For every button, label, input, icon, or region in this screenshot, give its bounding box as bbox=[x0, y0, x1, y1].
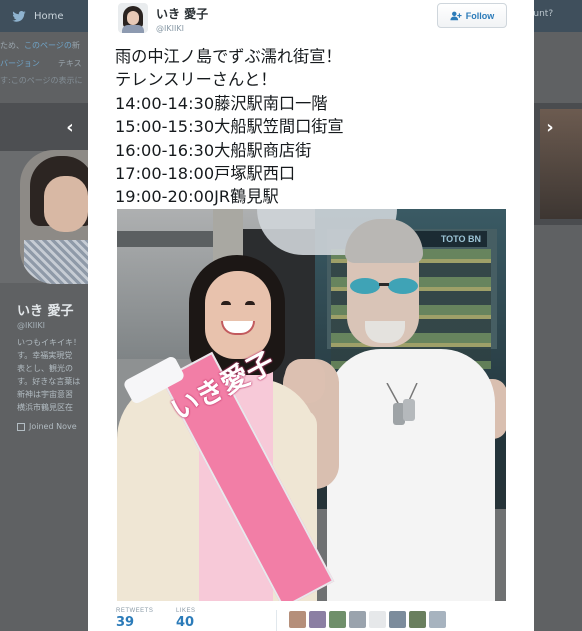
twitter-bird-icon bbox=[12, 10, 26, 22]
profile-bio: いつもイキイキ！ す。幸福実現党 表とし、観光の す。好きな言葉は 新神は宇宙意… bbox=[17, 338, 81, 412]
likes-label: LIKES bbox=[176, 608, 196, 614]
avatar[interactable] bbox=[118, 3, 148, 33]
chevron-right-icon[interactable]: › bbox=[537, 112, 563, 142]
background-profile-avatar[interactable] bbox=[20, 150, 88, 284]
author-handle[interactable]: @IKIIKI bbox=[156, 24, 208, 33]
liker-avatar[interactable] bbox=[409, 611, 426, 628]
profile-name[interactable]: いき 愛子 bbox=[17, 300, 89, 319]
liker-avatar[interactable] bbox=[309, 611, 326, 628]
calendar-icon bbox=[17, 422, 25, 431]
background-profile: いき 愛子 @IKIIKI いつもイキイキ！ す。幸福実現党 表とし、観光の す… bbox=[17, 300, 89, 431]
tweet-line: 17:00-18:00戸塚駅西口 bbox=[115, 164, 296, 184]
liker-avatar[interactable] bbox=[429, 611, 446, 628]
author-display-name[interactable]: いき 愛子 bbox=[156, 5, 208, 22]
follow-label: Follow bbox=[465, 10, 495, 21]
retweets-label: RETWEETS bbox=[116, 608, 154, 614]
liker-avatar[interactable] bbox=[349, 611, 366, 628]
follow-person-icon bbox=[450, 11, 462, 20]
tweet-line: 15:00-15:30大船駅笠間口街宣 bbox=[115, 117, 344, 137]
retweet-stat[interactable]: RETWEETS 39 bbox=[116, 608, 176, 630]
liker-avatar[interactable] bbox=[389, 611, 406, 628]
profile-handle: @IKIIKI bbox=[17, 321, 45, 330]
liker-avatars bbox=[289, 611, 446, 628]
follow-button[interactable]: Follow bbox=[437, 3, 507, 28]
tweet-text: 雨の中江ノ島でずぶ濡れ街宣！ テレンスリーさんと！ 14:00-14:30藤沢駅… bbox=[115, 45, 515, 209]
tweet-line: テレンスリーさんと！ bbox=[115, 70, 277, 90]
nav-home-link[interactable]: Home bbox=[34, 11, 64, 22]
text-link[interactable]: テキス bbox=[58, 59, 82, 68]
joined-date: Joined Nove bbox=[17, 422, 89, 431]
tweet-line: 14:00-14:30藤沢駅南口一階 bbox=[115, 93, 328, 113]
tweet-header: いき 愛子 @IKIIKI Follow bbox=[118, 3, 518, 39]
version-notice: ため、このページの新 バージョン テキス す:このページの表示に bbox=[0, 40, 88, 86]
tweet-line: 16:00-16:30大船駅商店街 bbox=[115, 140, 312, 160]
tweet-line: 19:00-20:00JR鶴見駅 bbox=[115, 187, 279, 207]
liker-avatar[interactable] bbox=[369, 611, 386, 628]
likes-stat[interactable]: LIKES 40 bbox=[176, 608, 236, 630]
tweet-stats: RETWEETS 39 LIKES 40 bbox=[116, 608, 516, 631]
tweet-photo[interactable]: TOTO BN いき愛子 bbox=[117, 209, 506, 601]
tweet-line: 雨の中江ノ島でずぶ濡れ街宣！ bbox=[115, 47, 342, 66]
notice-line-3: す:このページの表示に bbox=[0, 76, 83, 85]
notice-prefix: ため、 bbox=[0, 41, 24, 50]
likes-count: 40 bbox=[176, 615, 195, 630]
notice-suffix: 新 bbox=[71, 41, 80, 50]
chevron-left-icon[interactable]: ‹ bbox=[57, 112, 83, 142]
tweet-card: いき 愛子 @IKIIKI Follow 雨の中江ノ島でずぶ濡れ街宣！ テレンス… bbox=[88, 0, 534, 631]
liker-avatar[interactable] bbox=[329, 611, 346, 628]
notice-link[interactable]: このページの bbox=[24, 41, 72, 50]
stats-divider bbox=[276, 610, 277, 631]
version-link[interactable]: バージョン bbox=[0, 59, 40, 68]
retweets-count: 39 bbox=[116, 615, 135, 630]
liker-avatar[interactable] bbox=[289, 611, 306, 628]
